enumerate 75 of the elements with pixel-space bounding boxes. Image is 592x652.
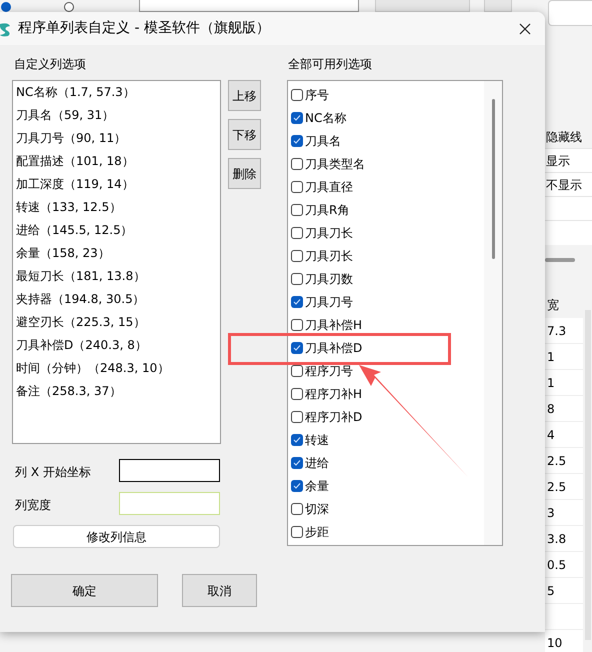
list-item[interactable]: 时间（分钟）（248.3, 10） xyxy=(16,358,170,381)
checkbox-label: 转速 xyxy=(305,432,329,448)
checkbox[interactable] xyxy=(291,226,303,238)
checkbox-label: 刀具R角 xyxy=(305,202,350,218)
checkbox[interactable] xyxy=(291,272,303,284)
list-item[interactable]: 刀具刀号（90, 11） xyxy=(16,128,126,151)
cancel-button[interactable]: 取消 xyxy=(182,574,257,607)
side-button[interactable]: 上移 xyxy=(228,80,261,111)
checkbox[interactable] xyxy=(291,502,303,514)
list-item[interactable]: NC名称（1.7, 57.3） xyxy=(16,82,135,105)
checkbox[interactable] xyxy=(291,296,303,308)
radio-button[interactable] xyxy=(1,2,11,12)
radio-button[interactable] xyxy=(64,2,74,12)
checkbox-label: 刀具补偿D xyxy=(305,340,362,356)
checkbox[interactable] xyxy=(291,250,303,262)
table-cell-text: 10 xyxy=(546,635,564,652)
checkbox[interactable] xyxy=(291,158,303,170)
window-title: 程序单列表自定义 - 模圣软件（旗舰版） xyxy=(18,19,270,38)
checkbox-label: 序号 xyxy=(305,86,329,104)
checkbox[interactable] xyxy=(291,318,303,330)
checkbox-label: 刀具刀长 xyxy=(305,224,353,242)
list-item[interactable]: 避空刃长（225.3, 15） xyxy=(16,312,146,335)
list-item[interactable]: 转速（133, 12.5） xyxy=(16,197,122,220)
table-cell: 隐藏线 xyxy=(545,125,592,149)
checkbox[interactable] xyxy=(291,342,303,354)
checkbox[interactable] xyxy=(291,204,303,216)
list-item[interactable]: 刀具补偿D（240.3, 8） xyxy=(16,335,147,358)
checkbox-label: 程序刀补H xyxy=(305,386,362,402)
field-label: 列宽度 xyxy=(15,497,51,514)
checkbox-label: 程序刀号 xyxy=(305,362,353,380)
custom-column-list[interactable] xyxy=(12,80,221,444)
checkbox-label: 余量 xyxy=(305,478,329,494)
checkbox[interactable] xyxy=(291,364,303,376)
checkbox-label: 刀具刃数 xyxy=(305,270,353,288)
ok-button[interactable]: 确定 xyxy=(11,574,158,607)
checkbox[interactable] xyxy=(291,180,303,192)
list-item[interactable]: 刀具名（59, 31） xyxy=(16,105,114,128)
checkbox-label: 刀具刀号 xyxy=(305,294,353,310)
checkbox-label: 刀具刃长 xyxy=(305,248,353,264)
list-item[interactable]: 进给（145.5, 12.5） xyxy=(16,220,133,243)
checkbox-label: 步距 xyxy=(305,524,329,540)
section-label: 全部可用列选项 xyxy=(288,56,372,73)
checkbox[interactable] xyxy=(291,88,303,100)
template-select[interactable] xyxy=(139,0,359,12)
checkbox-label: 刀具类型名 xyxy=(305,156,365,172)
checkbox[interactable] xyxy=(291,526,303,538)
scrollbar-thumb[interactable] xyxy=(492,99,494,259)
list-item[interactable]: 夹持器（194.8, 30.5） xyxy=(16,289,145,312)
list-item[interactable]: 备注（258.3, 37） xyxy=(16,381,122,404)
checkbox-label: 刀具名 xyxy=(305,132,341,150)
list-item[interactable]: 余量（158, 23） xyxy=(16,243,110,266)
checkbox[interactable] xyxy=(291,388,303,400)
checkbox[interactable] xyxy=(291,434,303,446)
side-button[interactable]: 下移 xyxy=(228,119,261,150)
checkbox[interactable] xyxy=(291,112,303,124)
checkbox-label: 切深 xyxy=(305,500,329,518)
checkbox-label: 刀具补偿H xyxy=(305,316,362,334)
list-item[interactable]: 最短刀长（181, 13.8） xyxy=(16,266,146,289)
section-label: 自定义列选项 xyxy=(14,56,86,73)
field-label: 列 X 开始坐标 xyxy=(15,464,91,481)
input-field[interactable] xyxy=(119,459,220,482)
checkbox[interactable] xyxy=(291,456,303,468)
list-item[interactable]: 加工深度（119, 14） xyxy=(16,174,134,197)
checkbox[interactable] xyxy=(291,134,303,146)
checkbox-label: NC名称 xyxy=(305,110,346,126)
list-item[interactable]: 配置描述（101, 18） xyxy=(16,151,134,174)
available-column-list[interactable]: 序号 NC名称 刀具名 刀具类型名 刀具直径 刀具R角 刀具刀长 刀具刃长 刀具刃数 刀具刀号 刀具补偿H 刀具补偿D 程序刀号 程序刀补H 程序刀补D 转速 进给 余量 切深 步距 xyxy=(287,80,503,546)
side-button[interactable]: 删除 xyxy=(228,158,261,189)
checkbox[interactable] xyxy=(291,410,303,422)
modify-column-button[interactable]: 修改列信息 xyxy=(13,525,220,548)
checkbox[interactable] xyxy=(291,480,303,492)
checkbox-label: 刀具直径 xyxy=(305,178,353,196)
column-header: 宽 xyxy=(545,292,583,318)
checkbox-label: 进给 xyxy=(305,454,329,472)
checkbox-label: 程序刀补D xyxy=(305,408,362,426)
